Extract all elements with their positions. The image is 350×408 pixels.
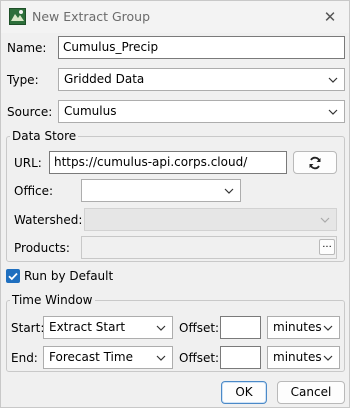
chevron-down-icon [320,216,330,224]
name-label: Name: [7,41,47,55]
source-label: Source: [7,105,53,119]
office-select[interactable] [81,179,241,202]
data-store-title: Data Store [10,129,79,143]
chevron-down-icon [156,354,166,362]
end-offset-input[interactable] [220,346,261,369]
office-label: Office: [14,184,54,198]
url-label: URL: [14,156,42,170]
start-offset-label: Offset: [179,321,220,335]
run-by-default-checkbox[interactable] [6,269,20,283]
run-by-default-label: Run by Default [24,269,114,283]
cancel-button[interactable]: Cancel [277,381,345,404]
end-select[interactable]: Forecast Time [43,346,173,369]
start-offset-input[interactable] [220,316,261,339]
watershed-select[interactable] [84,208,337,231]
time-window-title: Time Window [10,293,95,307]
dialog-window: New Extract Group ✕ Name: Cumulus_Precip… [0,0,350,408]
title-bar: New Extract Group ✕ [1,1,349,33]
type-select[interactable]: Gridded Data [58,68,345,91]
checkmark-icon [8,272,18,281]
name-input[interactable]: Cumulus_Precip [58,36,345,59]
products-label: Products: [14,241,70,255]
watershed-label: Watershed: [14,213,83,227]
refresh-icon [308,156,322,177]
app-icon [9,8,26,25]
chevron-down-icon [328,108,338,116]
end-unit-value: minutes [273,350,322,364]
start-unit-value: minutes [273,320,322,334]
url-input[interactable]: https://cumulus-api.corps.cloud/ [49,151,287,174]
start-select-value: Extract Start [49,320,126,334]
products-browse-button[interactable]: ... [319,239,335,255]
chevron-down-icon [323,354,333,362]
end-offset-label: Offset: [179,351,220,365]
end-unit-select[interactable]: minutes [267,346,340,369]
type-label: Type: [7,73,39,87]
source-select[interactable]: Cumulus [58,100,345,123]
start-unit-select[interactable]: minutes [267,316,340,339]
window-title: New Extract Group [32,9,151,24]
ok-button[interactable]: OK [221,381,267,404]
products-input[interactable] [81,236,337,259]
refresh-button[interactable] [293,151,337,174]
chevron-down-icon [328,76,338,84]
type-select-value: Gridded Data [64,72,145,86]
start-label: Start: [11,321,45,335]
end-label: End: [11,351,38,365]
close-button[interactable]: ✕ [319,6,341,28]
chevron-down-icon [323,324,333,332]
start-select[interactable]: Extract Start [43,316,173,339]
chevron-down-icon [156,324,166,332]
source-select-value: Cumulus [64,104,117,118]
chevron-down-icon [224,187,234,195]
end-select-value: Forecast Time [49,350,133,364]
